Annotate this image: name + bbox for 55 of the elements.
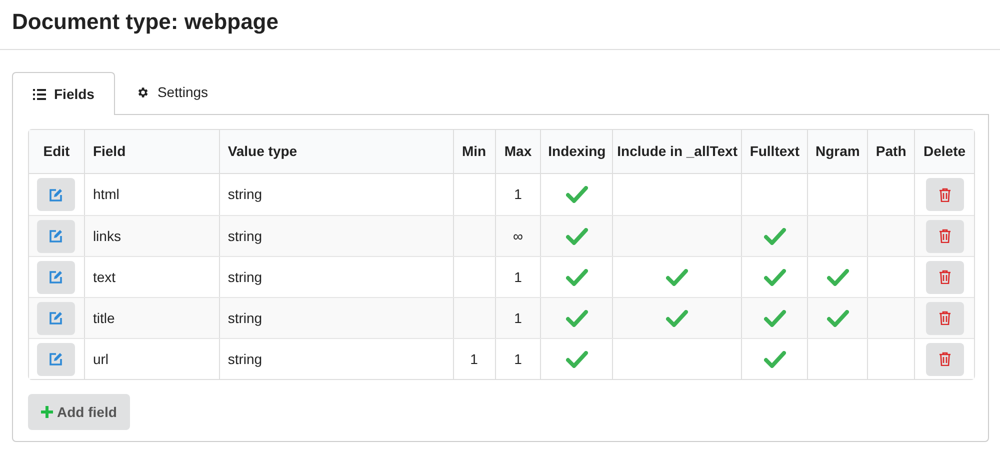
edit-icon (49, 229, 64, 243)
checkmark-icon (764, 268, 786, 286)
checkmark-icon (764, 350, 786, 368)
plus-icon (41, 406, 53, 418)
add-field-button[interactable]: Add field (28, 394, 130, 430)
checkmark-icon (666, 268, 688, 286)
delete-button[interactable] (926, 260, 964, 294)
checkmark-icon (666, 310, 688, 326)
checkmark-icon (764, 310, 786, 326)
checkmark-icon (826, 268, 849, 286)
delete-button[interactable] (926, 342, 964, 376)
column-header: Min (452, 130, 495, 173)
edit-icon (49, 311, 64, 325)
column-header: Edit (42, 142, 71, 161)
checkmark-icon (566, 186, 588, 203)
edit-icon (49, 352, 64, 366)
table-cell: 1 (494, 339, 540, 379)
column-header: Include in _allText (612, 130, 742, 173)
table-cell: string (218, 339, 453, 379)
column-header: Value type (218, 130, 453, 173)
column-header: Path (867, 130, 914, 173)
tab[interactable]: Settings (115, 71, 230, 114)
tab[interactable]: Fields (12, 72, 116, 115)
column-header: Delete (914, 130, 974, 173)
table-cell: url (84, 339, 219, 379)
column-header: Max (494, 130, 540, 173)
delete-button[interactable] (926, 302, 964, 334)
settings-icon (136, 86, 150, 99)
checkmark-icon (566, 228, 588, 244)
edit-icon (49, 270, 64, 284)
list-icon (33, 88, 46, 100)
column-header: Fulltext (741, 130, 808, 173)
edit-icon (49, 188, 64, 202)
edit-button[interactable] (37, 342, 76, 376)
column-header: Field (84, 130, 219, 173)
table-cell: 1 (452, 339, 495, 379)
column-header: Ngram (807, 130, 868, 173)
checkmark-icon (826, 310, 849, 326)
checkmark-icon (566, 310, 588, 326)
trash-icon (938, 229, 951, 243)
trash-icon (938, 352, 951, 366)
edit-button[interactable] (37, 302, 76, 334)
column-header: Indexing (540, 130, 612, 173)
page-title: Document type: webpage (12, 8, 280, 36)
edit-button[interactable] (37, 178, 76, 211)
checkmark-icon (566, 350, 588, 368)
edit-button[interactable] (37, 220, 76, 252)
delete-button[interactable] (926, 220, 964, 252)
trash-icon (938, 188, 951, 202)
delete-button[interactable] (926, 178, 964, 211)
checkmark-icon (566, 268, 588, 286)
checkmark-icon (764, 228, 786, 244)
trash-icon (938, 270, 951, 284)
edit-button[interactable] (37, 260, 76, 294)
trash-icon (938, 311, 951, 325)
